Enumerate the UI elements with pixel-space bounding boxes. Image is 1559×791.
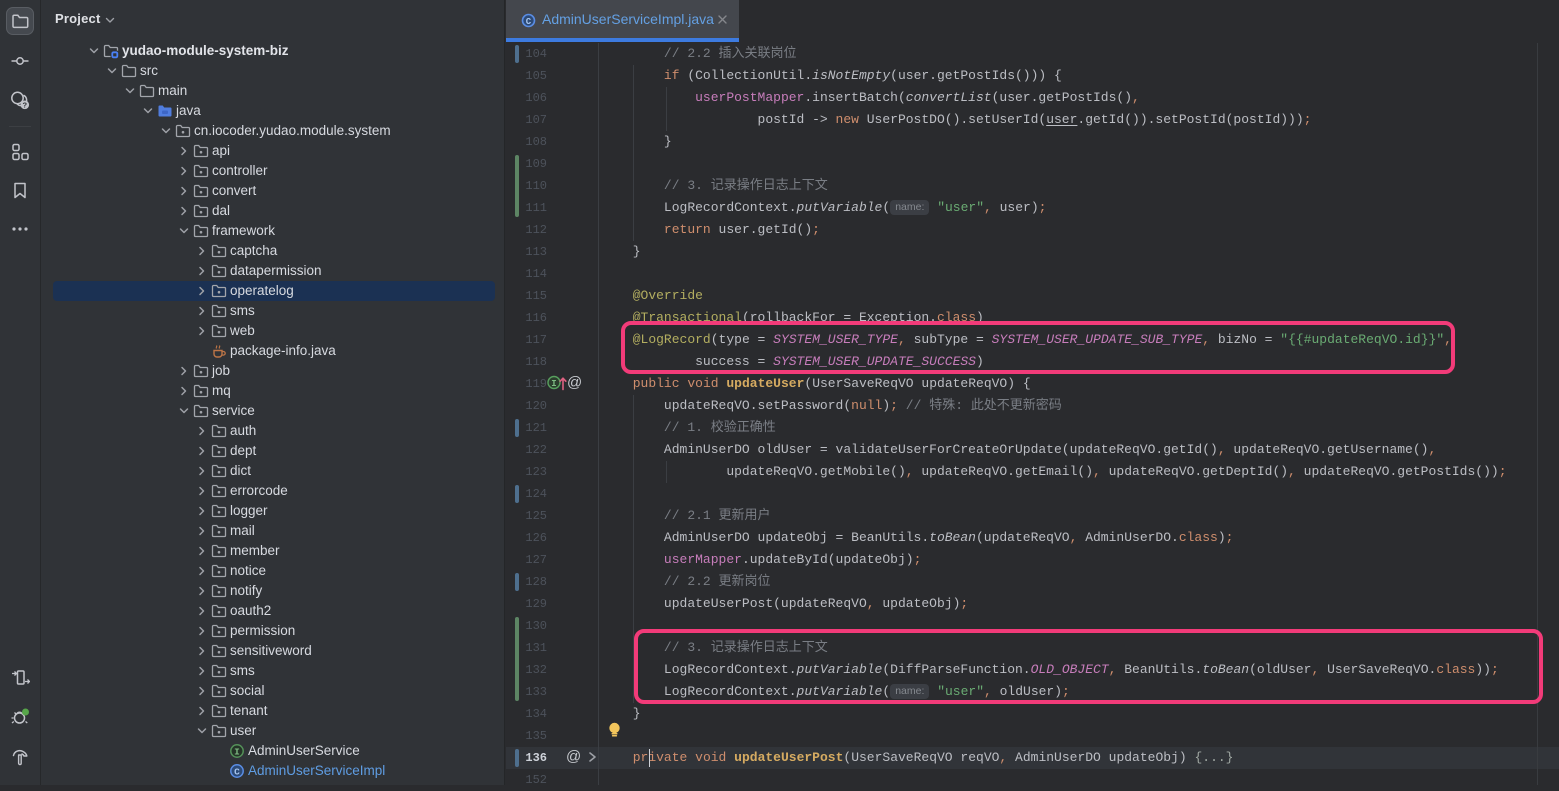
- svg-text:I: I: [551, 379, 556, 389]
- svg-text:I: I: [234, 747, 240, 758]
- svg-text:C: C: [234, 767, 240, 778]
- svg-text:?: ?: [23, 101, 28, 110]
- svg-text:C: C: [526, 17, 532, 27]
